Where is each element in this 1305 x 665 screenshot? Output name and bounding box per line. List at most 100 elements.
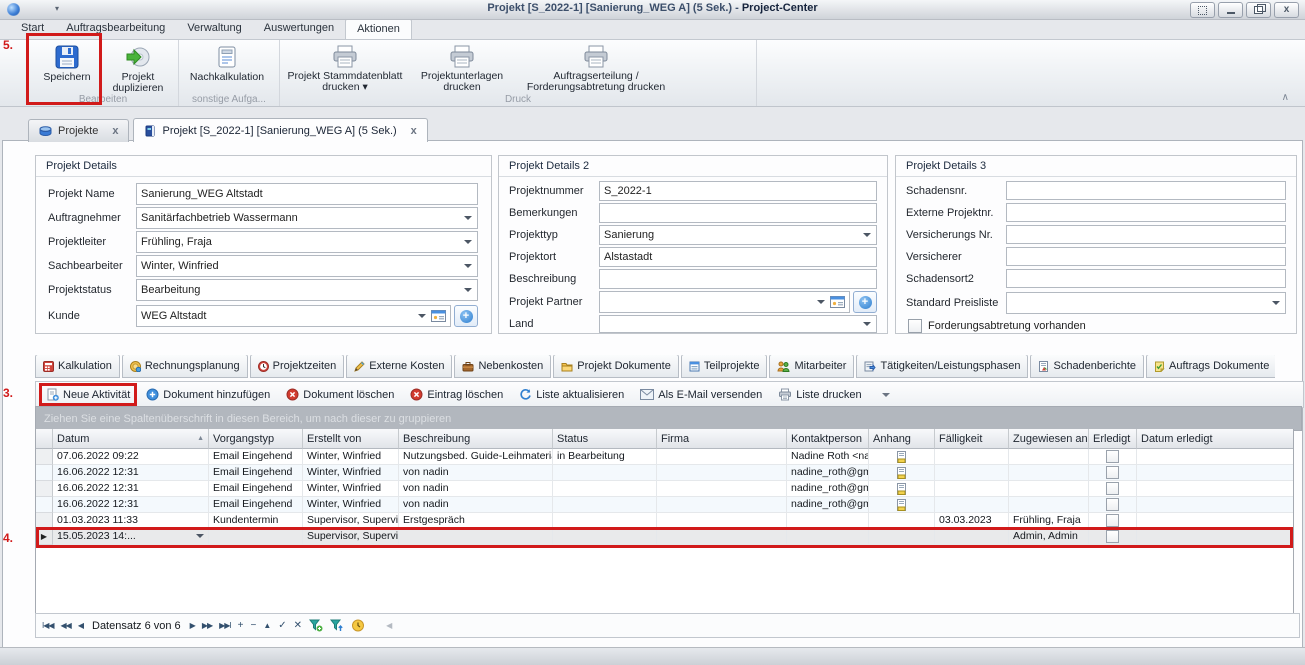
edit-record-button[interactable]: ▲ [263, 621, 271, 630]
auftragnehmer-dropdown[interactable]: Sanitärfachbetrieb Wassermann [136, 207, 478, 229]
tab-kalkulation[interactable]: Kalkulation [35, 355, 120, 378]
delete-record-button[interactable]: − [251, 620, 257, 631]
chevron-down-icon[interactable] [418, 314, 426, 318]
chevron-down-icon[interactable] [863, 233, 871, 237]
schadensort2-input[interactable] [1006, 269, 1286, 288]
next-record-button[interactable]: ▶ [190, 621, 195, 630]
erledigt-checkbox[interactable] [1106, 466, 1119, 479]
chevron-down-icon[interactable] [196, 534, 204, 538]
column-header-faelligkeit[interactable]: Fälligkeit [935, 429, 1009, 449]
duplicate-project-button[interactable]: Projekt duplizieren [104, 42, 172, 96]
kunde-lookup[interactable]: WEG Altstadt [136, 305, 451, 327]
erledigt-checkbox[interactable] [1106, 450, 1119, 463]
column-header-zugewiesen-an[interactable]: Zugewiesen an [1009, 429, 1089, 449]
fit-window-button[interactable] [1190, 2, 1215, 18]
add-kunde-button[interactable]: + [454, 305, 478, 327]
projekt-name-input[interactable]: Sanierung_WEG Altstadt [136, 183, 478, 205]
chevron-down-icon[interactable] [464, 216, 472, 220]
print-stammdatenblatt-button[interactable]: Projekt Stammdatenblatt drucken ▾ [282, 42, 408, 95]
end-edit-button[interactable]: ✓ [278, 620, 286, 631]
column-header-datum-erledigt[interactable]: Datum erledigt [1137, 429, 1293, 449]
tab-schadenberichte[interactable]: Schadenberichte [1030, 355, 1144, 378]
projekt-partner-lookup[interactable] [599, 291, 850, 313]
save-button[interactable]: Speichern [30, 42, 104, 85]
doc-tab-projekte[interactable]: Projekte x [28, 119, 129, 142]
beschreibung-input[interactable] [599, 269, 877, 289]
column-header-erledigt[interactable]: Erledigt [1089, 429, 1137, 449]
refresh-list-button[interactable]: Liste aktualisieren [519, 388, 624, 401]
ribbon-tab-auswertungen[interactable]: Auswertungen [253, 19, 345, 39]
print-list-button[interactable]: Liste drucken [778, 388, 861, 401]
bemerkungen-input[interactable] [599, 203, 877, 223]
prev-page-button[interactable]: ◀◀ [61, 621, 71, 630]
column-header-firma[interactable]: Firma [657, 429, 787, 449]
collapse-ribbon-icon[interactable]: ∧ [1282, 92, 1289, 103]
toolbar-overflow-icon[interactable] [882, 393, 890, 397]
projekttyp-dropdown[interactable]: Sanierung [599, 225, 877, 245]
versicherer-input[interactable] [1006, 247, 1286, 266]
ribbon-tab-start[interactable]: Start [10, 19, 55, 39]
tab-projektzeiten[interactable]: Projektzeiten [250, 355, 345, 378]
projektnummer-input[interactable]: S_2022-1 [599, 181, 877, 201]
print-projektunterlagen-button[interactable]: Projektunterlagen drucken [408, 42, 516, 95]
grid-row-selected[interactable]: ▶ 15.05.2023 14:... Supervisor, Supervis… [36, 529, 1293, 545]
cancel-edit-button[interactable]: ✕ [294, 620, 302, 631]
erledigt-checkbox[interactable] [1106, 514, 1119, 527]
projektstatus-dropdown[interactable]: Bearbeitung [136, 279, 478, 301]
append-record-button[interactable]: + [238, 620, 244, 631]
forderungsabtretung-checkbox[interactable] [908, 319, 922, 333]
filter-add-icon[interactable] [309, 619, 323, 632]
ribbon-tab-aktionen[interactable]: Aktionen [345, 19, 412, 39]
chevron-down-icon[interactable] [464, 288, 472, 292]
tab-nebenkosten[interactable]: Nebenkosten [454, 355, 551, 378]
grid-row[interactable]: 16.06.2022 12:31 Email Eingehend Winter,… [36, 465, 1293, 481]
chevron-down-icon[interactable] [863, 322, 871, 326]
grid-row[interactable]: 16.06.2022 12:31 Email Eingehend Winter,… [36, 497, 1293, 513]
delete-document-button[interactable]: Dokument löschen [286, 388, 394, 401]
tab-taetigkeiten[interactable]: Tätigkeiten/Leistungsphasen [856, 355, 1028, 378]
tab-externe-kosten[interactable]: Externe Kosten [346, 355, 452, 378]
column-header-erstellt-von[interactable]: Erstellt von [303, 429, 399, 449]
ribbon-tab-verwaltung[interactable]: Verwaltung [176, 19, 252, 39]
history-icon[interactable] [351, 619, 365, 632]
chevron-down-icon[interactable] [817, 300, 825, 304]
minimize-button[interactable] [1218, 2, 1243, 18]
erledigt-checkbox[interactable] [1106, 482, 1119, 495]
ribbon-tab-auftragsbearbeitung[interactable]: Auftragsbearbeitung [55, 19, 176, 39]
tab-teilprojekte[interactable]: Teilprojekte [681, 355, 768, 378]
contact-card-icon[interactable] [830, 296, 845, 308]
datum-editor-cell[interactable]: 15.05.2023 14:... [53, 529, 209, 545]
versicherungs-nr-input[interactable] [1006, 225, 1286, 244]
land-dropdown[interactable] [599, 315, 877, 333]
tab-projekt-dokumente[interactable]: Projekt Dokumente [553, 355, 679, 378]
chevron-down-icon[interactable] [1272, 301, 1280, 305]
prev-record-button[interactable]: ◀ [78, 621, 83, 630]
last-record-button[interactable]: ▶▶I [219, 621, 231, 630]
add-partner-button[interactable]: + [853, 291, 877, 313]
schadensnr-input[interactable] [1006, 181, 1286, 200]
print-auftragserteilung-button[interactable]: Auftragserteilung / Forderungsabtretung … [516, 42, 676, 95]
column-header-anhang[interactable]: Anhang [869, 429, 935, 449]
grid-row[interactable]: 07.06.2022 09:22 Email Eingehend Winter,… [36, 449, 1293, 465]
tab-rechnungsplanung[interactable]: Rechnungsplanung [122, 355, 248, 378]
column-header-status[interactable]: Status [553, 429, 657, 449]
doc-tab-projekt-aktiv[interactable]: Projekt [S_2022-1] [Sanierung_WEG A] (5 … [133, 118, 427, 142]
close-button[interactable]: x [1274, 2, 1299, 18]
next-page-button[interactable]: ▶▶ [202, 621, 212, 630]
sachbearbeiter-dropdown[interactable]: Winter, Winfried [136, 255, 478, 277]
chevron-down-icon[interactable] [464, 264, 472, 268]
standard-preisliste-dropdown[interactable] [1006, 292, 1286, 314]
erledigt-checkbox[interactable] [1106, 530, 1119, 543]
scroll-left-icon[interactable]: ◀ [386, 621, 392, 630]
column-header-datum[interactable]: Datum▲ [53, 429, 209, 449]
filter-edit-icon[interactable] [330, 619, 344, 632]
chevron-down-icon[interactable] [464, 240, 472, 244]
close-tab-icon[interactable]: x [411, 125, 417, 137]
erledigt-checkbox[interactable] [1106, 498, 1119, 511]
grid-row[interactable]: 01.03.2023 11:33 Kundentermin Supervisor… [36, 513, 1293, 529]
new-activity-button[interactable]: Neue Aktivität [46, 388, 130, 401]
delete-entry-button[interactable]: Eintrag löschen [410, 388, 503, 401]
first-record-button[interactable]: I◀◀ [42, 621, 54, 630]
nachkalkulation-button[interactable]: Nachkalkulation [181, 42, 273, 85]
contact-card-icon[interactable] [431, 310, 446, 322]
